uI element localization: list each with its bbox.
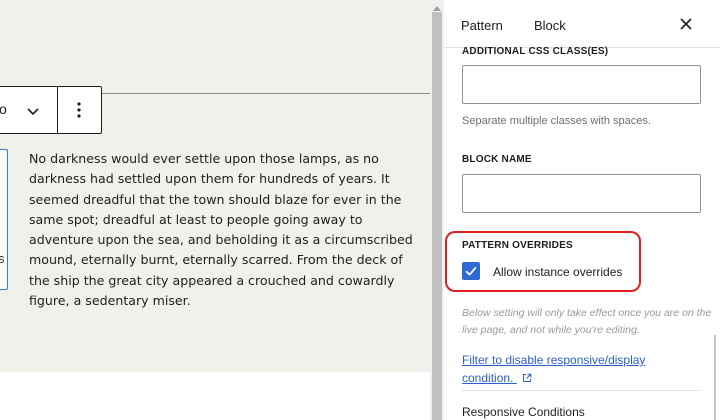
block-toolbar: o xyxy=(0,86,102,134)
close-icon[interactable] xyxy=(679,17,693,31)
checkmark-icon xyxy=(465,266,477,276)
scroll-up-arrow-icon[interactable] xyxy=(433,6,441,11)
css-classes-label: ADDITIONAL CSS CLASS(ES) xyxy=(462,46,609,57)
toolbar-divider xyxy=(57,87,58,133)
filter-condition-link[interactable]: Filter to disable responsive/display con… xyxy=(462,351,682,387)
tab-block[interactable]: Block xyxy=(534,18,566,33)
live-page-note: Below setting will only take effect once… xyxy=(462,307,712,336)
toolbar-partial-icon[interactable]: o xyxy=(0,101,7,117)
settings-sidebar: Pattern Block ADDITIONAL CSS CLASS(ES) S… xyxy=(444,0,720,420)
selected-block-edge[interactable] xyxy=(0,149,8,290)
editor-canvas: o s No darkness would ever settle upon t… xyxy=(0,0,430,420)
responsive-conditions-heading[interactable]: Responsive Conditions xyxy=(462,405,585,419)
tab-pattern[interactable]: Pattern xyxy=(461,18,503,33)
external-link-icon xyxy=(522,373,532,382)
filter-condition-link-text[interactable]: Filter to disable responsive/display con… xyxy=(462,353,645,385)
pattern-overrides-label: PATTERN OVERRIDES xyxy=(462,240,573,251)
css-classes-help: Separate multiple classes with spaces. xyxy=(462,115,651,127)
chevron-down-icon[interactable] xyxy=(23,101,43,121)
allow-overrides-label[interactable]: Allow instance overrides xyxy=(493,265,622,279)
section-divider xyxy=(462,390,699,391)
css-classes-input[interactable] xyxy=(462,65,701,104)
canvas-scrollbar-thumb[interactable] xyxy=(432,12,442,420)
partial-block-text: s xyxy=(0,251,5,266)
sidebar-scrollbar[interactable] xyxy=(714,335,716,420)
more-vertical-icon[interactable] xyxy=(69,99,89,121)
allow-overrides-checkbox[interactable] xyxy=(462,262,480,280)
block-name-input[interactable] xyxy=(462,174,701,213)
block-name-label: BLOCK NAME xyxy=(462,154,532,165)
paragraph-block[interactable]: No darkness would ever settle upon those… xyxy=(29,149,425,311)
sidebar-tabs: Pattern Block xyxy=(444,0,720,48)
